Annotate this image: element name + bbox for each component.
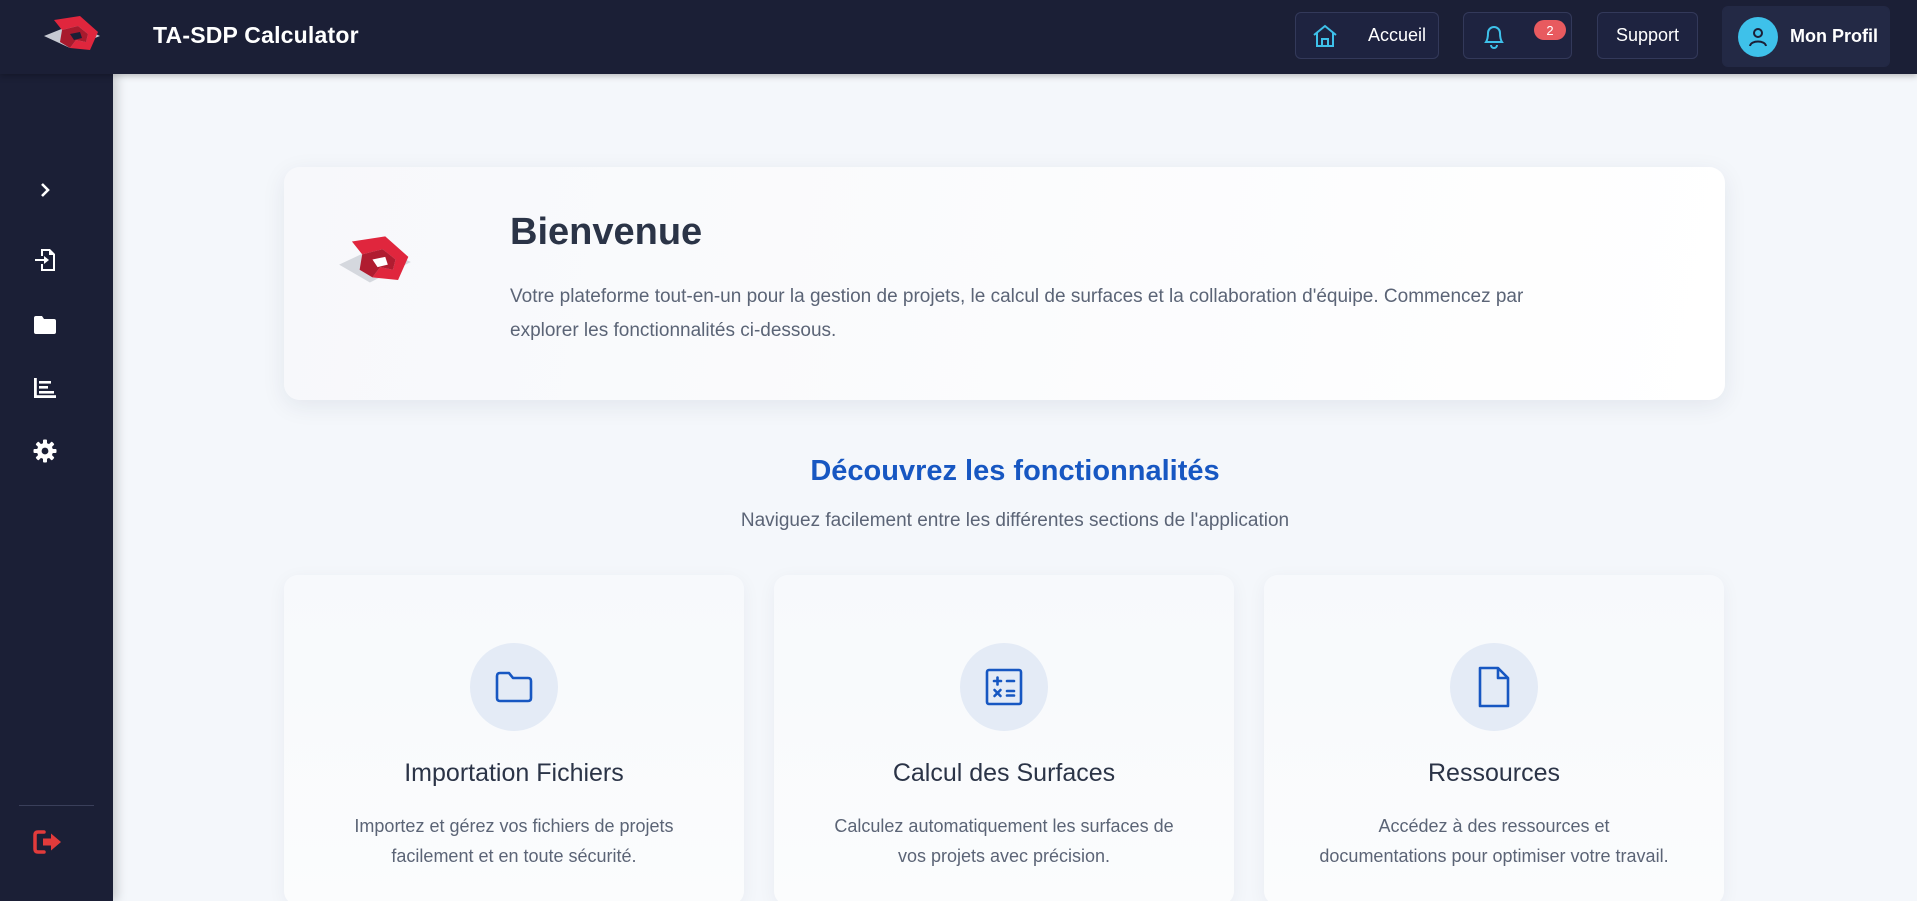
welcome-title: Bienvenue [510,211,703,253]
welcome-logo [334,232,416,292]
profile-label: Mon Profil [1790,26,1878,46]
feature-card-title: Ressources [1428,759,1560,787]
sidebar-divider [19,805,94,806]
feature-card-title: Importation Fichiers [404,759,624,787]
avatar [1738,16,1778,57]
file-import-icon [35,249,55,271]
chart-icon [34,378,56,398]
user-icon [1749,27,1767,46]
sidebar-toggle[interactable] [0,168,90,212]
bell-icon [1484,25,1504,49]
feature-icon-circle [1450,643,1538,731]
feature-card-surfaces[interactable]: Calcul des Surfaces Calculez automatique… [774,575,1234,901]
gear-icon [33,439,57,463]
sidebar [0,74,113,901]
features-subtitle: Naviguez facilement entre les différente… [740,510,1290,531]
app-logo[interactable] [40,14,104,58]
chevron-right-icon [41,183,50,197]
sidebar-item-import[interactable] [0,238,90,282]
feature-card-resources[interactable]: Ressources Accédez à des ressources et d… [1264,575,1724,901]
logout-button[interactable] [3,820,93,864]
feature-card-import[interactable]: Importation Fichiers Importez et gérez v… [284,575,744,901]
home-button[interactable]: Accueil [1295,12,1439,59]
feature-card-desc: Accédez à des ressources et documentatio… [1319,816,1669,866]
sidebar-item-stats[interactable] [0,366,90,410]
feature-card-desc: Importez et gérez vos fichiers de projet… [354,816,674,866]
feature-icon-circle [470,643,558,731]
profile-button[interactable]: Mon Profil [1722,6,1890,67]
home-label: Accueil [1368,25,1427,45]
support-button[interactable]: Support [1597,12,1698,59]
feature-card-title: Calcul des Surfaces [892,759,1116,787]
calculator-icon [985,668,1023,706]
notifications-button[interactable]: 2 [1463,12,1572,59]
folder-icon [34,316,56,334]
top-bar: TA-SDP Calculator Accueil 2 Support Mon … [0,0,1917,74]
sidebar-item-settings[interactable] [0,429,90,473]
logout-icon [33,830,61,854]
document-icon [1478,666,1510,708]
features-title: Découvrez les fonctionnalités [810,455,1220,487]
main-content: Bienvenue Votre plateforme tout-en-un po… [113,74,1917,901]
home-icon [1313,24,1337,47]
sidebar-item-projects[interactable] [0,303,90,347]
folder-icon [495,671,533,703]
welcome-text: Votre plateforme tout-en-un pour la gest… [510,286,1524,341]
notification-badge: 2 [1534,20,1566,40]
feature-icon-circle [960,643,1048,731]
welcome-card: Bienvenue Votre plateforme tout-en-un po… [284,167,1725,400]
feature-card-desc: Calculez automatiquement les surfaces de… [834,816,1174,866]
app-title: TA-SDP Calculator [153,22,359,48]
